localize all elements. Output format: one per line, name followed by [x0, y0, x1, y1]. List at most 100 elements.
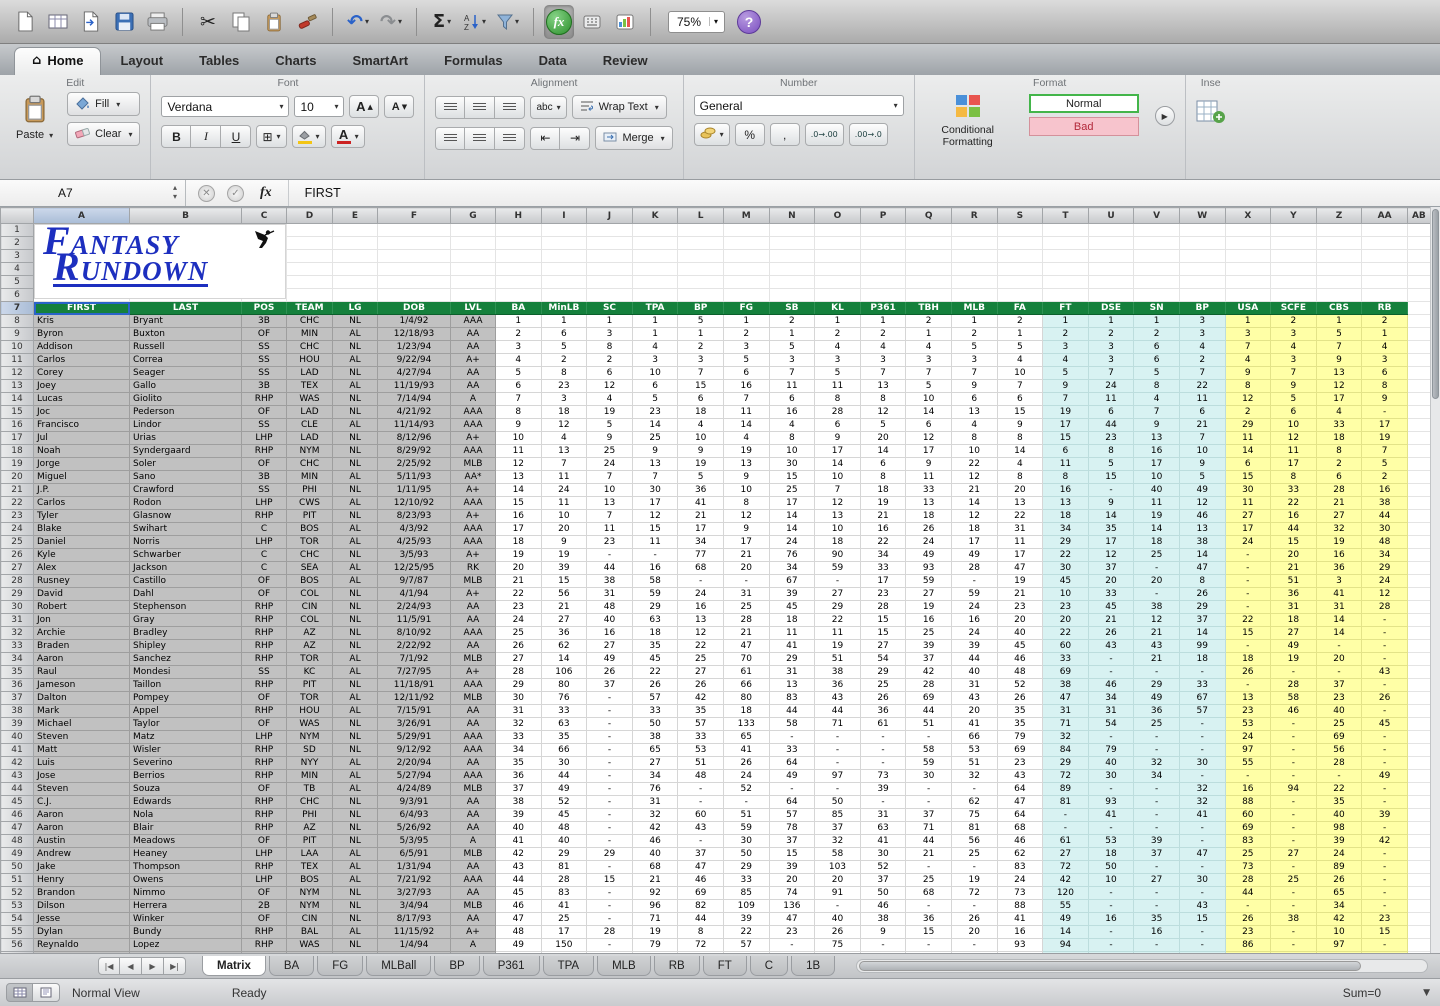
cell[interactable]: WAS — [287, 718, 333, 731]
cell[interactable]: Glasnow — [130, 510, 242, 523]
cell[interactable]: 61 — [1043, 835, 1089, 848]
cell[interactable]: 20 — [1043, 614, 1089, 627]
cell[interactable]: - — [1362, 744, 1408, 757]
cell[interactable]: 6 — [1043, 445, 1089, 458]
cell[interactable]: 29 — [632, 601, 678, 614]
cell[interactable]: 3 — [906, 354, 952, 367]
cell[interactable]: 88 — [997, 900, 1043, 913]
cell[interactable]: 26 — [815, 926, 861, 939]
cell[interactable]: 23 — [632, 406, 678, 419]
cell[interactable]: BA — [496, 302, 542, 315]
cell[interactable]: 38 — [1179, 536, 1225, 549]
cell[interactable]: 11/15/92 — [378, 926, 451, 939]
cell[interactable]: 73 — [860, 770, 906, 783]
cell[interactable]: 41 — [1179, 809, 1225, 822]
cell[interactable] — [1407, 848, 1430, 861]
cell[interactable]: 5 — [1316, 328, 1362, 341]
cell[interactable]: - — [1362, 640, 1408, 653]
cell[interactable]: 4 — [541, 432, 587, 445]
cell[interactable]: Pederson — [130, 406, 242, 419]
cell[interactable]: 33 — [1179, 679, 1225, 692]
cell[interactable]: 52 — [723, 783, 769, 796]
cell[interactable] — [541, 250, 587, 263]
cell[interactable] — [1134, 250, 1180, 263]
cell[interactable]: 1 — [496, 315, 542, 328]
cell[interactable]: 15 — [1271, 536, 1317, 549]
cell[interactable]: 3 — [1316, 575, 1362, 588]
undo-button[interactable]: ↶▾ — [343, 5, 373, 39]
cell[interactable] — [769, 250, 815, 263]
name-box[interactable]: A7 ▴▾ — [0, 180, 186, 206]
cell[interactable]: 78 — [769, 822, 815, 835]
cell[interactable]: 25 — [906, 874, 952, 887]
cell[interactable]: Swihart — [130, 523, 242, 536]
cell[interactable]: 7 — [1179, 432, 1225, 445]
cell[interactable]: LAST — [130, 302, 242, 315]
cell[interactable]: - — [1179, 666, 1225, 679]
cell[interactable]: 4 — [951, 419, 997, 432]
insert-function-button[interactable]: fx — [544, 5, 574, 39]
redo-button[interactable]: ↷▾ — [376, 5, 406, 39]
column-header-S[interactable]: S — [997, 208, 1043, 224]
cell[interactable]: - — [860, 757, 906, 770]
cell[interactable]: OF — [242, 575, 287, 588]
cell[interactable]: Edwards — [130, 796, 242, 809]
cell[interactable]: 25 — [906, 627, 952, 640]
cell[interactable]: 27 — [632, 757, 678, 770]
row-header-8[interactable]: 8 — [1, 315, 34, 328]
cell[interactable]: 37 — [678, 848, 724, 861]
cell[interactable]: Michael — [34, 718, 130, 731]
cell[interactable]: 2/20/94 — [378, 757, 451, 770]
cell[interactable]: 3B — [242, 380, 287, 393]
cell[interactable]: 29 — [496, 679, 542, 692]
cell[interactable]: 4 — [632, 341, 678, 354]
cell[interactable]: 40 — [1134, 484, 1180, 497]
cell[interactable] — [587, 263, 633, 276]
cell[interactable]: 28 — [496, 666, 542, 679]
cell[interactable]: 3 — [951, 354, 997, 367]
cell[interactable]: LAA — [287, 848, 333, 861]
media-browser-button[interactable] — [610, 5, 640, 39]
cell[interactable]: 38 — [1134, 601, 1180, 614]
cell[interactable]: 14 — [632, 419, 678, 432]
cell[interactable]: 38 — [1043, 679, 1089, 692]
cell[interactable]: 6 — [1134, 341, 1180, 354]
cell[interactable]: AL — [333, 653, 378, 666]
cell[interactable]: 16 — [1088, 913, 1134, 926]
cell[interactable]: 24 — [1316, 848, 1362, 861]
cell[interactable]: 10 — [951, 445, 997, 458]
cell[interactable]: NL — [333, 809, 378, 822]
cell[interactable]: RHP — [242, 757, 287, 770]
cell[interactable]: 41 — [769, 640, 815, 653]
cell[interactable]: 37 — [860, 874, 906, 887]
cell[interactable]: Marco — [34, 952, 130, 954]
cell[interactable]: 44 — [906, 835, 952, 848]
cell[interactable]: 8 — [1362, 380, 1408, 393]
cell[interactable] — [1407, 380, 1430, 393]
cell[interactable]: 48 — [541, 822, 587, 835]
cell[interactable] — [951, 263, 997, 276]
cell[interactable]: - — [1316, 770, 1362, 783]
cell[interactable]: Andrew — [34, 848, 130, 861]
cell[interactable]: 51 — [723, 809, 769, 822]
help-button[interactable]: ? — [737, 10, 761, 34]
cell[interactable]: AAA — [451, 627, 496, 640]
cell[interactable]: 57 — [769, 809, 815, 822]
row-header-57[interactable]: 57 — [1, 952, 34, 954]
cell[interactable]: 24 — [1225, 536, 1271, 549]
cell[interactable]: - — [1271, 770, 1317, 783]
row-header-15[interactable]: 15 — [1, 406, 34, 419]
cell[interactable]: 62 — [951, 796, 997, 809]
cell[interactable]: TBH — [906, 302, 952, 315]
cell[interactable] — [1407, 549, 1430, 562]
cell[interactable]: AL — [333, 328, 378, 341]
cell[interactable]: 21 — [1134, 653, 1180, 666]
cell[interactable]: - — [1271, 809, 1317, 822]
cell[interactable]: 11 — [815, 627, 861, 640]
row-header-11[interactable]: 11 — [1, 354, 34, 367]
cell[interactable]: 33 — [860, 562, 906, 575]
cell[interactable]: FG — [723, 302, 769, 315]
cell[interactable]: DSE — [1088, 302, 1134, 315]
cell[interactable]: 86 — [1225, 939, 1271, 952]
cell[interactable]: 77 — [678, 549, 724, 562]
